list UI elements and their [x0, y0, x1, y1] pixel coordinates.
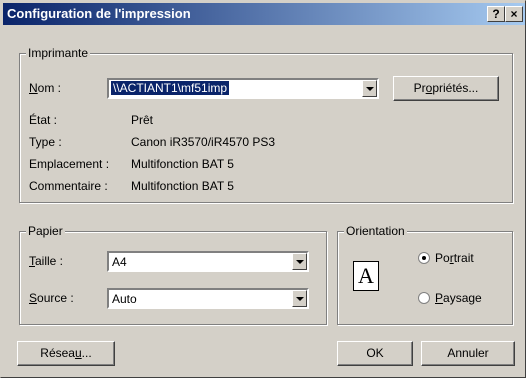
- printer-legend: Imprimante: [26, 46, 91, 60]
- type-label: Type :: [29, 135, 62, 149]
- location-value: Multifonction BAT 5: [131, 157, 234, 171]
- close-button[interactable]: ×: [505, 6, 523, 22]
- paper-size-value: A4: [112, 255, 127, 269]
- title-bar[interactable]: Configuration de l'impression ? ×: [3, 3, 525, 25]
- comment-label: Commentaire :: [29, 179, 108, 193]
- landscape-radio[interactable]: [418, 292, 430, 304]
- portrait-radio[interactable]: [418, 252, 430, 264]
- ok-button[interactable]: OK: [337, 341, 413, 366]
- help-button[interactable]: ?: [487, 6, 505, 22]
- portrait-page-icon: A: [353, 261, 379, 291]
- paper-source-select[interactable]: Auto: [107, 288, 309, 309]
- state-value: Prêt: [131, 113, 154, 127]
- paper-source-value: Auto: [112, 292, 137, 306]
- print-setup-dialog: Configuration de l'impression ? × Imprim…: [0, 0, 526, 378]
- paper-legend: Papier: [26, 224, 65, 238]
- portrait-label[interactable]: Portrait: [435, 251, 474, 265]
- name-label: Nom :: [29, 81, 62, 95]
- printer-name-value: \\ACTIANT1\mf51imp: [111, 81, 230, 95]
- paper-size-select[interactable]: A4: [107, 251, 309, 272]
- location-label: Emplacement :: [29, 157, 110, 171]
- type-value: Canon iR3570/iR4570 PS3: [131, 135, 276, 149]
- printer-name-select[interactable]: \\ACTIANT1\mf51imp: [107, 78, 379, 99]
- properties-button[interactable]: Propriétés...: [393, 76, 499, 101]
- chevron-down-icon[interactable]: [362, 80, 377, 97]
- cancel-button[interactable]: Annuler: [421, 341, 515, 366]
- orientation-legend: Orientation: [344, 224, 407, 238]
- comment-value: Multifonction BAT 5: [131, 179, 234, 193]
- chevron-down-icon[interactable]: [292, 290, 307, 307]
- paper-group: Papier: [19, 224, 327, 325]
- chevron-down-icon[interactable]: [292, 253, 307, 270]
- network-button[interactable]: Réseau...: [17, 341, 115, 366]
- dialog-title: Configuration de l'impression: [7, 6, 191, 21]
- landscape-label[interactable]: Paysage: [435, 291, 482, 305]
- state-label: État :: [29, 113, 58, 127]
- source-label: Source :: [29, 291, 74, 305]
- size-label: Taille :: [29, 254, 64, 268]
